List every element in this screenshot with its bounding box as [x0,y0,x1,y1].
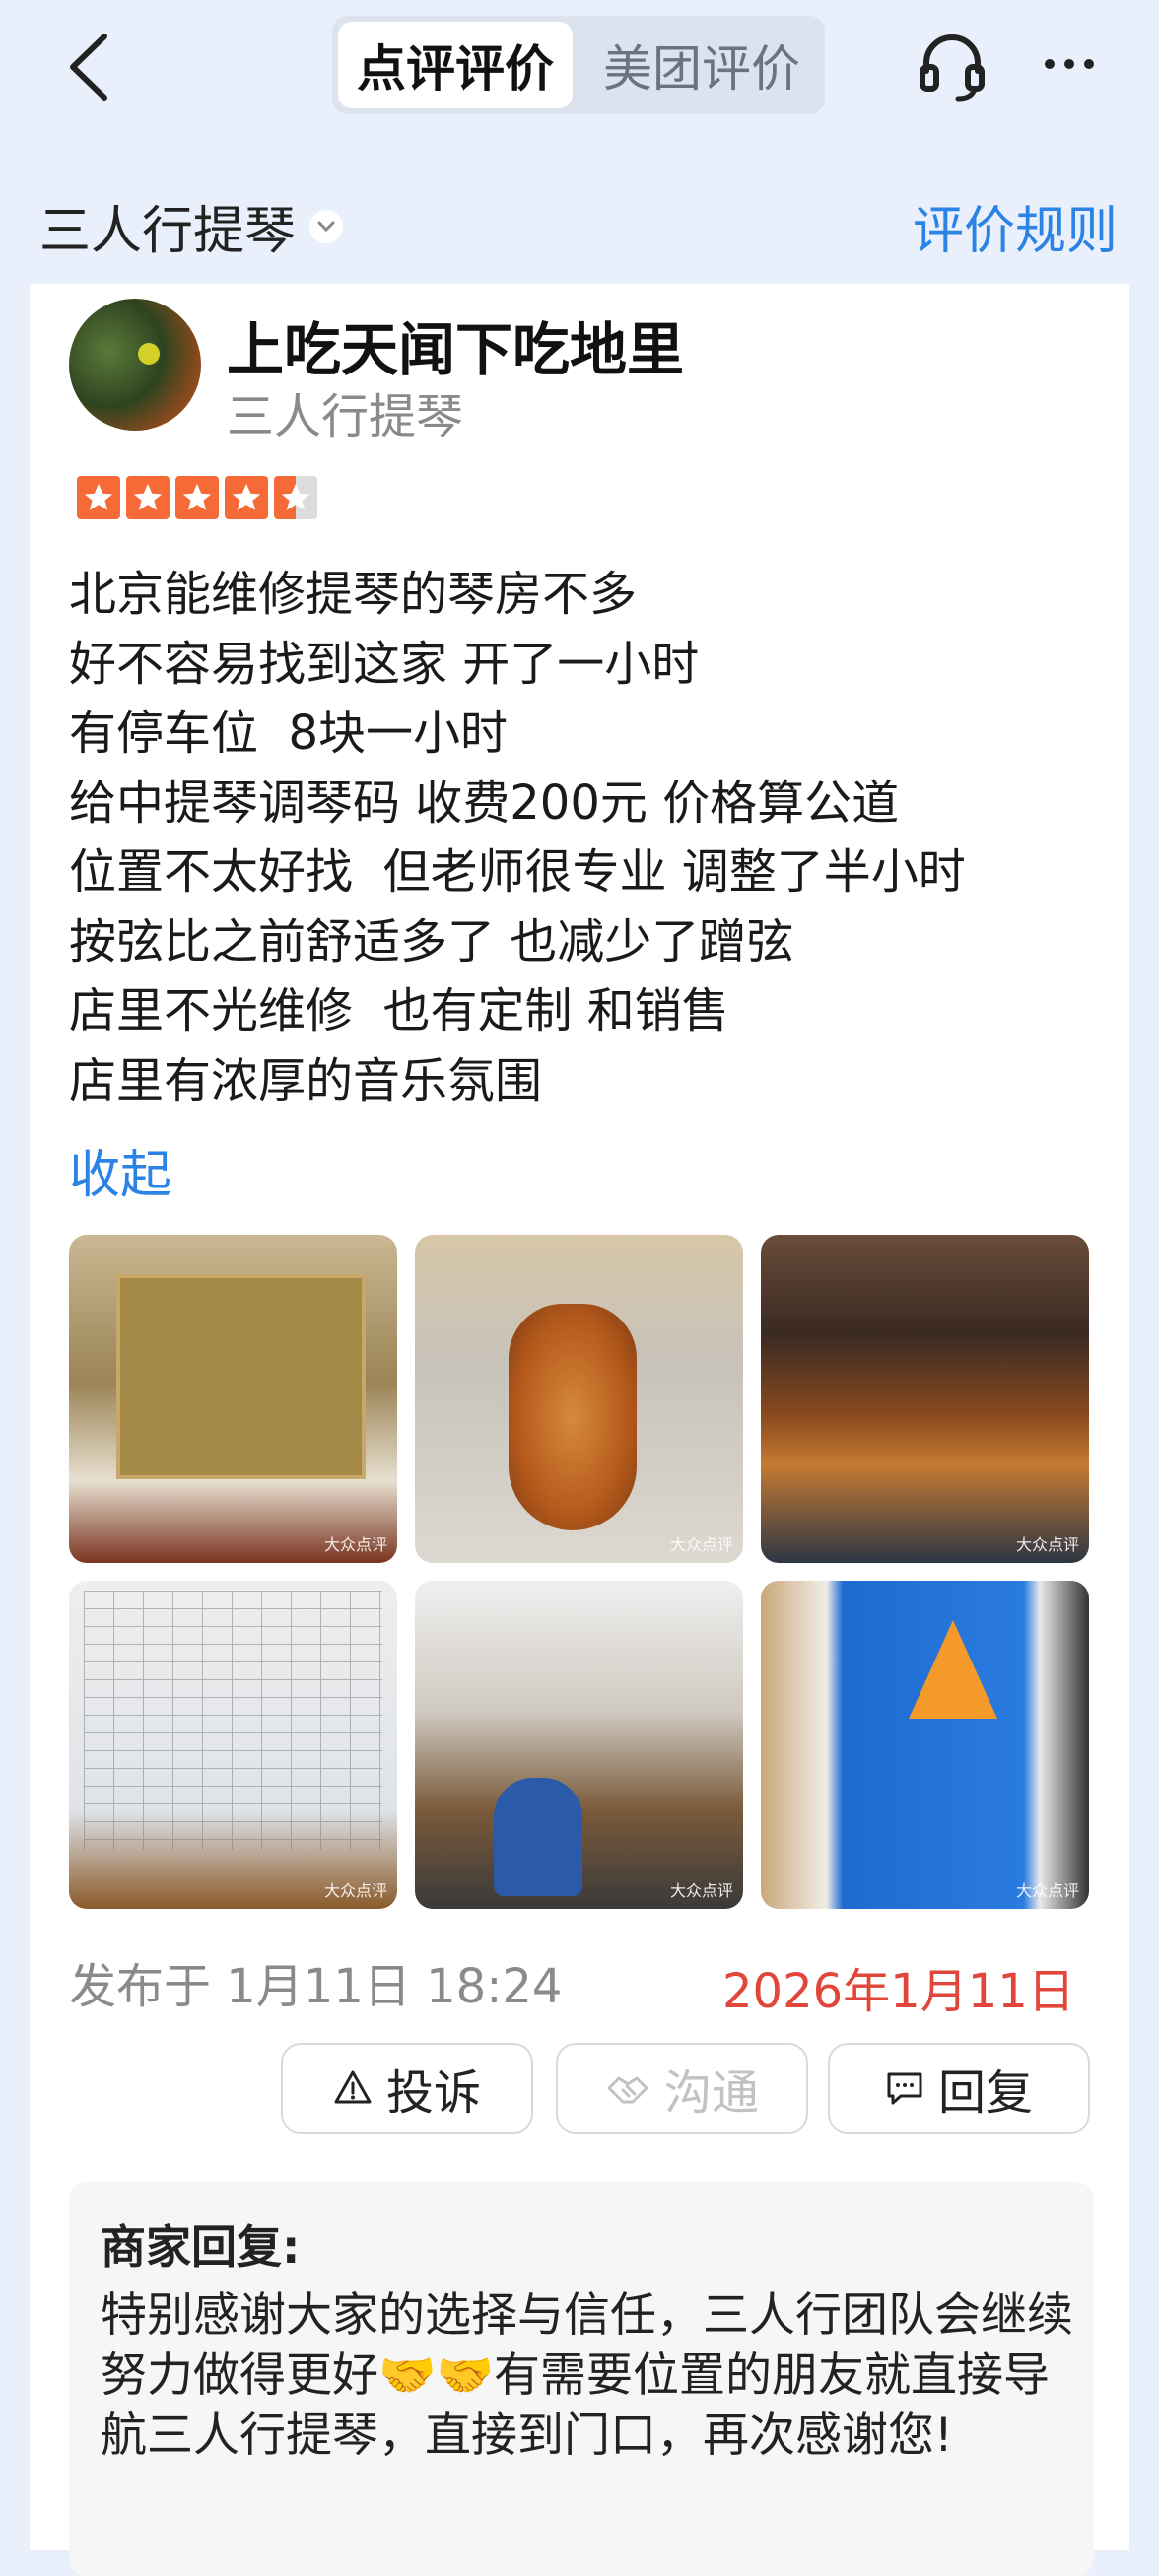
chevron-down-icon [309,209,344,243]
review-rules-link[interactable]: 评价规则 [913,189,1118,263]
reply-button[interactable]: 回复 [828,2043,1090,2134]
tab-dianping[interactable]: 点评评价 [338,22,573,108]
review-photo[interactable]: 大众点评 [415,1581,743,1909]
review-photo[interactable]: 大众点评 [69,1581,397,1909]
review-card: 上吃天闻下吃地里 三人行提琴 北京能维修提琴的琴房不多 好不容易找到这家 开了一… [30,284,1129,2576]
avatar[interactable] [69,299,201,431]
review-photo[interactable]: 大众点评 [69,1235,397,1563]
watermark: 大众点评 [669,1881,733,1900]
merchant-reply-text: 特别感谢大家的选择与信任，三人行团队会继续努力做得更好🤝🤝有需要位置的朋友就直接… [101,2288,1073,2463]
complain-button[interactable]: 投诉 [281,2043,533,2134]
review-photo[interactable]: 大众点评 [761,1235,1089,1563]
headset-icon[interactable] [915,28,989,102]
chat-label: 沟通 [663,2066,759,2121]
star-rating [77,476,317,519]
half-star-icon [274,476,317,519]
star-icon [225,476,268,519]
photo-grid: 大众点评 大众点评 大众点评 大众点评 大众点评 大众点评 [69,1235,1094,1909]
user-name[interactable]: 上吃天闻下吃地里 [227,304,684,386]
review-line: 按弦比之前舒适多了 也减少了蹭弦 [69,914,794,970]
tab-meituan[interactable]: 美团评价 [584,22,819,108]
shop-selector-label: 三人行提琴 [39,202,297,261]
shop-selector[interactable]: 三人行提琴 [39,189,344,263]
review-source-tabs: 点评评价 美团评价 [332,16,825,114]
review-line: 位置不太好找 但老师很专业 调整了半小时 [69,845,966,900]
star-icon [175,476,219,519]
review-line: 有停车位 8块一小时 [69,706,509,761]
review-line: 北京能维修提琴的琴房不多 [69,567,638,622]
handshake-icon [607,2076,648,2104]
review-line: 店里有浓厚的音乐氛围 [69,1052,543,1109]
more-icon[interactable] [1035,30,1104,99]
star-icon [126,476,170,519]
warning-icon [334,2070,372,2104]
star-icon [77,476,120,519]
review-line: 给中提琴调琴码 收费200元 价格算公道 [69,775,900,831]
top-bar: 点评评价 美团评价 [0,0,1159,148]
merchant-reply-title: 商家回复: [101,2220,301,2273]
date-highlight: 2026年1月11日 [722,1964,1075,2019]
review-text: 北京能维修提琴的琴房不多 好不容易找到这家 开了一小时 有停车位 8块一小时 给… [69,560,1094,1116]
review-line: 好不容易找到这家 开了一小时 [69,636,700,692]
filter-row: 三人行提琴 评价规则 [0,177,1159,266]
watermark: 大众点评 [669,1535,733,1554]
review-line: 店里不光维修 也有定制 和销售 [69,983,729,1039]
review-photo[interactable]: 大众点评 [415,1235,743,1563]
review-photo[interactable]: 大众点评 [761,1581,1089,1909]
complain-label: 投诉 [385,2066,481,2121]
reply-label: 回复 [937,2066,1033,2121]
back-icon[interactable] [54,28,123,106]
user-shop-label: 三人行提琴 [227,389,464,444]
merchant-reply: 商家回复: 特别感谢大家的选择与信任，三人行团队会继续努力做得更好🤝🤝有需要位置… [69,2182,1094,2576]
collapse-link[interactable]: 收起 [69,1133,171,1207]
watermark: 大众点评 [1015,1881,1079,1900]
watermark: 大众点评 [323,1535,387,1554]
watermark: 大众点评 [1015,1535,1079,1554]
watermark: 大众点评 [323,1881,387,1900]
comment-icon [887,2072,922,2105]
chat-button[interactable]: 沟通 [556,2043,808,2134]
publish-time: 发布于 1月11日 18:24 [69,1959,563,2014]
